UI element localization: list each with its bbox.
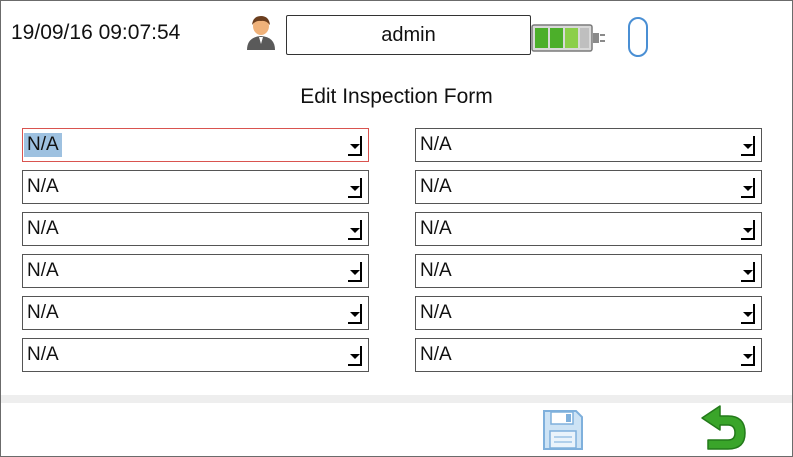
inspection-select-right-5[interactable]: N/A	[415, 296, 762, 330]
inspection-select-right-3[interactable]: N/A	[415, 212, 762, 246]
inspection-select-right-6[interactable]: N/A	[415, 338, 762, 372]
dropdown-arrow-icon[interactable]	[348, 220, 362, 240]
dropdown-arrow-icon[interactable]	[348, 136, 362, 156]
select-value: N/A	[27, 302, 59, 323]
select-value: N/A	[24, 133, 62, 157]
inspection-select-left-3[interactable]: N/A	[22, 212, 369, 246]
bottom-divider	[1, 395, 792, 403]
dropdown-arrow-icon[interactable]	[741, 136, 755, 156]
inspection-fields: N/A N/A N/A N/A N/A N/A N/A N/A N/A N/A …	[1, 1, 792, 401]
select-value: N/A	[27, 344, 59, 365]
inspection-select-right-2[interactable]: N/A	[415, 170, 762, 204]
select-value: N/A	[420, 302, 452, 323]
select-value: N/A	[420, 176, 452, 197]
inspection-select-left-2[interactable]: N/A	[22, 170, 369, 204]
return-arrow-icon	[698, 405, 748, 456]
select-value: N/A	[420, 260, 452, 281]
dropdown-arrow-icon[interactable]	[741, 304, 755, 324]
select-value: N/A	[27, 260, 59, 281]
inspection-select-left-1[interactable]: N/A	[22, 128, 369, 162]
dropdown-arrow-icon[interactable]	[348, 346, 362, 366]
dropdown-arrow-icon[interactable]	[741, 178, 755, 198]
dropdown-arrow-icon[interactable]	[741, 262, 755, 282]
floppy-disk-icon	[542, 410, 584, 455]
dropdown-arrow-icon[interactable]	[348, 178, 362, 198]
select-value: N/A	[27, 218, 59, 239]
select-value: N/A	[420, 218, 452, 239]
inspection-select-left-4[interactable]: N/A	[22, 254, 369, 288]
select-value: N/A	[420, 134, 452, 155]
inspection-screen: 19/09/16 09:07:54 admin Edit Inspection …	[0, 0, 793, 457]
select-value: N/A	[27, 176, 59, 197]
select-value: N/A	[420, 344, 452, 365]
dropdown-arrow-icon[interactable]	[741, 346, 755, 366]
inspection-select-left-6[interactable]: N/A	[22, 338, 369, 372]
back-button[interactable]	[698, 404, 748, 452]
inspection-select-right-1[interactable]: N/A	[415, 128, 762, 162]
save-button[interactable]	[542, 409, 584, 451]
dropdown-arrow-icon[interactable]	[348, 304, 362, 324]
dropdown-arrow-icon[interactable]	[741, 220, 755, 240]
inspection-select-left-5[interactable]: N/A	[22, 296, 369, 330]
inspection-select-right-4[interactable]: N/A	[415, 254, 762, 288]
dropdown-arrow-icon[interactable]	[348, 262, 362, 282]
